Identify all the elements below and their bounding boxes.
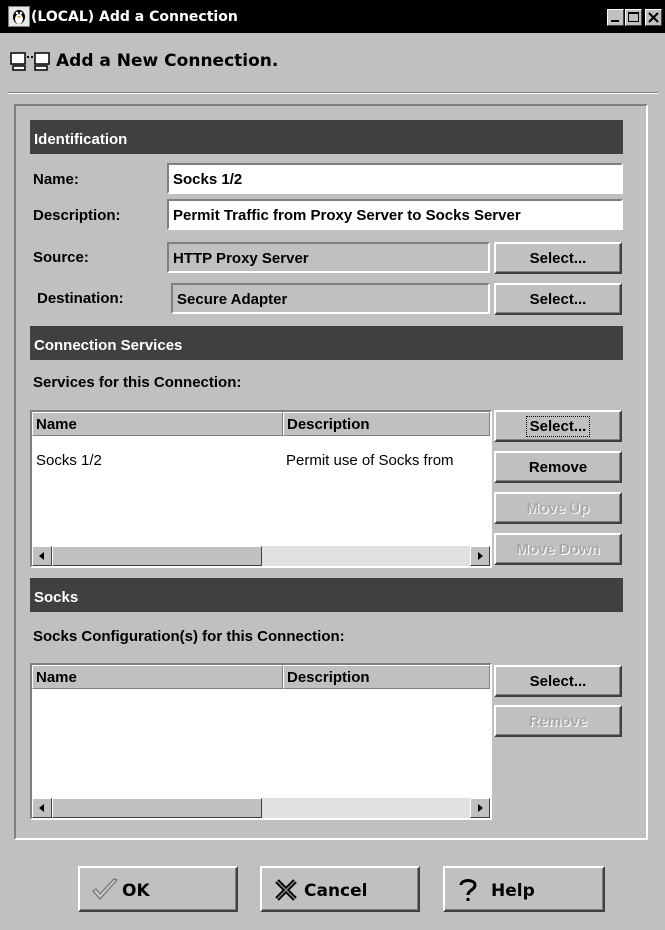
service-row-name[interactable]: Socks 1/2 [36,452,276,469]
socks-remove-button[interactable]: Remove [494,705,622,737]
socks-list[interactable]: Name Description [30,663,492,820]
services-select-button[interactable]: Select... [494,410,622,442]
ok-button[interactable]: OK [78,866,238,912]
column-header-description[interactable]: Description [283,665,490,689]
services-list[interactable]: Name Description Socks 1/2 Permit use of… [30,410,492,568]
cancel-button[interactable]: Cancel [260,866,420,912]
source-label: Source: [33,249,89,266]
scroll-right-button[interactable] [470,546,490,566]
title-bar: (LOCAL) Add a Connection [0,0,665,35]
dialog-heading: Add a New Connection. [56,51,279,71]
divider [8,92,658,94]
scroll-left-button[interactable] [32,798,52,818]
service-row-description[interactable]: Permit use of Socks from [286,452,490,469]
description-label: Description: [33,207,121,224]
socks-list-label: Socks Configuration(s) for this Connecti… [33,628,345,645]
cancel-label: Cancel [304,881,368,901]
scroll-track[interactable] [262,546,470,566]
scroll-track[interactable] [262,798,470,818]
column-header-name[interactable]: Name [32,412,283,436]
x-icon [275,879,297,901]
socks-select-button[interactable]: Select... [494,665,622,697]
section-socks: Socks [30,578,623,612]
destination-select-button[interactable]: Select... [494,283,622,315]
services-remove-button[interactable]: Remove [494,451,622,483]
source-select-button[interactable]: Select... [494,242,622,274]
name-label: Name: [33,171,79,188]
scroll-thumb[interactable] [52,546,262,566]
scroll-right-button[interactable] [470,798,490,818]
checkmark-icon [91,878,119,901]
services-list-label: Services for this Connection: [33,374,242,391]
destination-field: Secure Adapter [171,283,490,314]
question-mark-icon [459,879,477,901]
socks-horizontal-scrollbar[interactable] [32,798,490,818]
column-header-description[interactable]: Description [283,412,490,436]
move-down-button[interactable]: Move Down [494,533,622,565]
close-button[interactable] [645,9,662,26]
section-identification: Identification [30,120,623,154]
section-connection-services: Connection Services [30,326,623,360]
scroll-thumb[interactable] [52,798,262,818]
window-title: (LOCAL) Add a Connection [31,9,238,25]
network-computers-icon [10,51,52,73]
move-up-button[interactable]: Move Up [494,492,622,524]
services-horizontal-scrollbar[interactable] [32,546,490,566]
maximize-button[interactable] [625,9,642,26]
help-label: Help [491,881,535,901]
ok-label: OK [122,881,150,901]
description-field[interactable]: Permit Traffic from Proxy Server to Sock… [167,199,623,230]
scroll-left-button[interactable] [32,546,52,566]
destination-label: Destination: [37,290,124,307]
source-field: HTTP Proxy Server [167,242,490,273]
column-header-name[interactable]: Name [32,665,283,689]
minimize-button[interactable] [607,9,624,26]
app-icon [8,6,30,27]
help-button[interactable]: Help [443,866,605,912]
name-field[interactable]: Socks 1/2 [167,163,623,194]
